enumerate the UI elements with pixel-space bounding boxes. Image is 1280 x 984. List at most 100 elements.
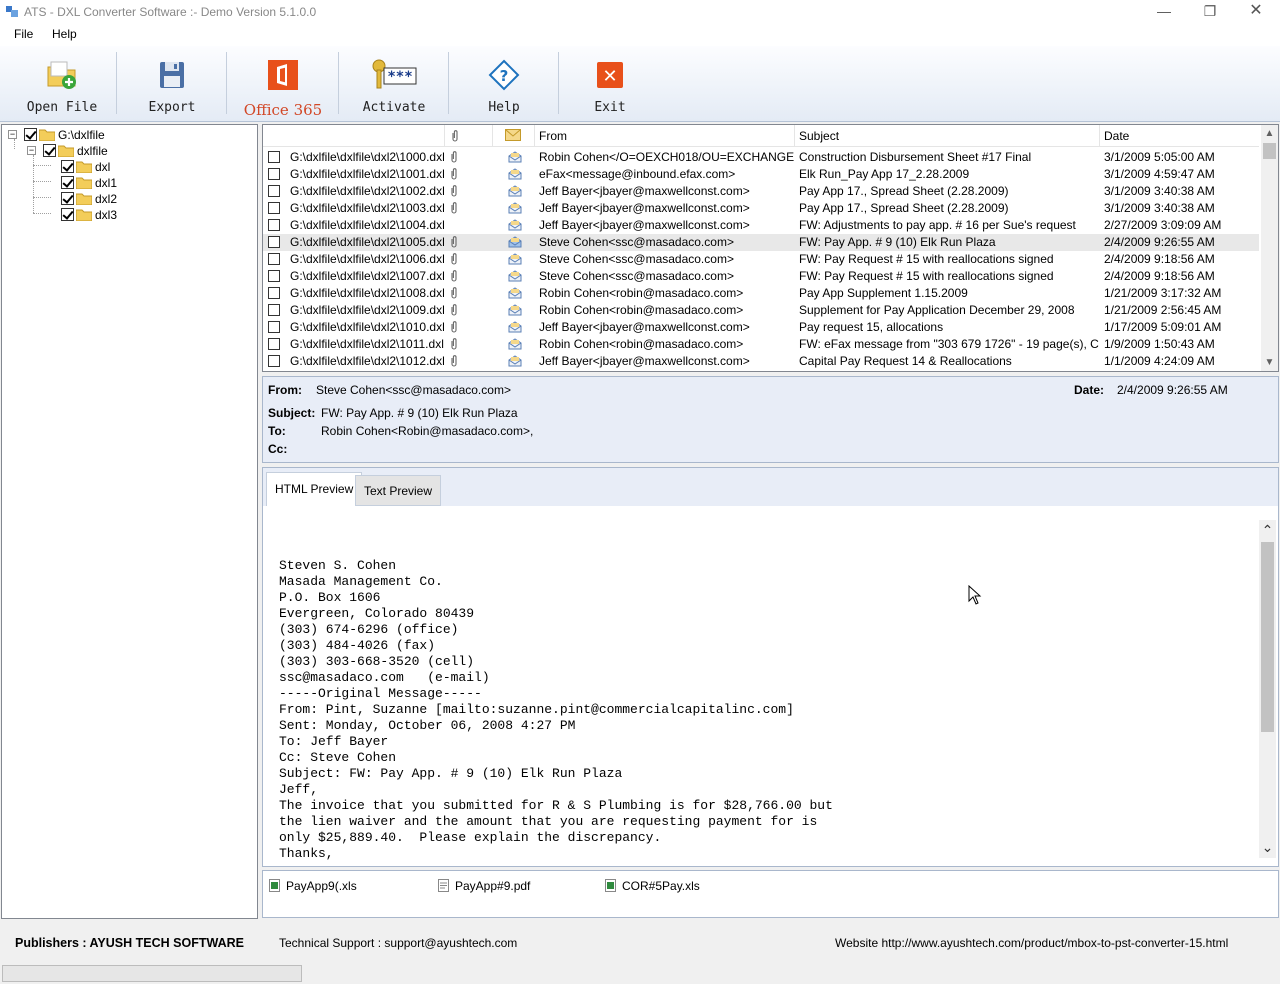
row-checkbox[interactable] — [268, 236, 280, 248]
office365-button[interactable]: Office 365 — [230, 50, 336, 119]
dxlfile-checkbox[interactable] — [43, 144, 56, 157]
open-envelope-icon — [508, 321, 522, 333]
scroll-down-icon[interactable]: ▼ — [1261, 354, 1278, 371]
tree-node-dxl2[interactable]: dxl2 — [61, 191, 211, 207]
row-checkbox[interactable] — [268, 287, 280, 299]
table-row[interactable]: G:\dxlfile\dxlfile\dxl2\1002.dxl Jeff Bay… — [263, 183, 1259, 200]
row-checkbox[interactable] — [268, 304, 280, 316]
export-label: Export — [148, 100, 196, 115]
tree-connector — [33, 155, 34, 213]
table-row[interactable]: G:\dxlfile\dxlfile\dxl2\1001.dxl eFax<mes… — [263, 166, 1259, 183]
help-icon: ? — [488, 59, 520, 91]
attachment-item[interactable]: PayApp9(.xls — [269, 879, 357, 893]
collapse-icon[interactable]: − — [27, 146, 36, 155]
root-checkbox[interactable] — [24, 128, 37, 141]
dxl3-checkbox[interactable] — [61, 208, 74, 221]
scroll-down-icon[interactable]: ⌄ — [1259, 840, 1276, 858]
table-row[interactable]: G:\dxlfile\dxlfile\dxl2\1010.dxl Jeff Bay… — [263, 319, 1259, 336]
scroll-up-icon[interactable]: ▲ — [1261, 125, 1278, 142]
status-bar — [0, 962, 1280, 984]
maximize-button[interactable]: ❐ — [1187, 0, 1233, 24]
row-checkbox[interactable] — [268, 202, 280, 214]
tree-connector — [33, 197, 51, 198]
activate-label: Activate — [362, 100, 426, 115]
table-row[interactable]: G:\dxlfile\dxlfile\dxl2\1011.dxl Robin Co… — [263, 336, 1259, 353]
table-row[interactable]: G:\dxlfile\dxlfile\dxl2\1009.dxl Robin Co… — [263, 302, 1259, 319]
exit-button[interactable]: ✕ Exit — [562, 50, 658, 118]
cell-path: G:\dxlfile\dxlfile\dxl2\1009.dxl — [290, 303, 445, 317]
table-row[interactable]: G:\dxlfile\dxlfile\dxl2\1004.dxl Jeff Bay… — [263, 217, 1259, 234]
row-checkbox[interactable] — [268, 151, 280, 163]
open-envelope-icon — [508, 304, 522, 316]
from-value: Steve Cohen<ssc@masadaco.com> — [316, 383, 511, 397]
menu-help[interactable]: Help — [48, 27, 81, 41]
column-path[interactable] — [263, 125, 445, 147]
cell-path: G:\dxlfile\dxlfile\dxl2\1010.dxl — [290, 320, 445, 334]
row-checkbox[interactable] — [268, 270, 280, 282]
row-checkbox[interactable] — [268, 321, 280, 333]
table-row[interactable]: G:\dxlfile\dxlfile\dxl2\1006.dxl Steve Co… — [263, 251, 1259, 268]
cell-from: Robin Cohen<robin@masadaco.com> — [539, 303, 744, 317]
open-envelope-icon — [508, 185, 522, 197]
row-checkbox[interactable] — [268, 185, 280, 197]
toolbar-separator — [558, 52, 559, 114]
paperclip-icon — [451, 185, 457, 197]
row-checkbox[interactable] — [268, 338, 280, 350]
tree-node-dxl1[interactable]: dxl1 — [61, 175, 211, 191]
collapse-icon[interactable]: − — [8, 130, 17, 139]
subject-label: Subject: — [268, 406, 316, 420]
tree-node-dxl3[interactable]: dxl3 — [61, 207, 211, 223]
tree-node-dxl[interactable]: dxl — [61, 159, 211, 175]
cell-path: G:\dxlfile\dxlfile\dxl2\1003.dxl — [290, 201, 445, 215]
row-checkbox[interactable] — [268, 253, 280, 265]
scroll-thumb[interactable] — [1263, 143, 1276, 159]
menu-file[interactable]: File — [10, 27, 37, 41]
dxl2-checkbox[interactable] — [61, 192, 74, 205]
attachments-bar: PayApp9(.xls PayApp#9.pdf COR#5Pay.xls — [262, 870, 1279, 918]
attachment-item[interactable]: PayApp#9.pdf — [438, 879, 530, 893]
paperclip-icon — [451, 338, 457, 350]
tree-node-dxlfile[interactable]: − dxlfile — [27, 143, 227, 159]
table-row[interactable]: G:\dxlfile\dxlfile\dxl2\1007.dxl Steve Co… — [263, 268, 1259, 285]
cell-path: G:\dxlfile\dxlfile\dxl2\1008.dxl — [290, 286, 445, 300]
column-read-status[interactable] — [493, 125, 535, 147]
list-scrollbar[interactable]: ▲ ▼ — [1261, 125, 1278, 371]
row-checkbox[interactable] — [268, 168, 280, 180]
mouse-cursor-icon — [968, 585, 982, 605]
table-row[interactable]: G:\dxlfile\dxlfile\dxl2\1003.dxl Jeff Bay… — [263, 200, 1259, 217]
column-subject[interactable]: Subject — [795, 125, 1100, 147]
table-row[interactable]: G:\dxlfile\dxlfile\dxl2\1008.dxl Robin Co… — [263, 285, 1259, 302]
paperclip-icon — [452, 130, 458, 142]
tab-text-preview[interactable]: Text Preview — [355, 475, 442, 506]
table-row[interactable]: G:\dxlfile\dxlfile\dxl2\1012.dxl Jeff Bay… — [263, 353, 1259, 370]
tab-html-preview[interactable]: HTML Preview — [266, 472, 363, 506]
row-checkbox[interactable] — [268, 219, 280, 231]
row-checkbox[interactable] — [268, 355, 280, 367]
scroll-thumb[interactable] — [1261, 542, 1274, 732]
close-button[interactable]: ✕ — [1233, 0, 1279, 24]
exit-glyph: ✕ — [602, 66, 617, 87]
scroll-up-icon[interactable]: ⌃ — [1259, 520, 1276, 538]
date-value: 2/4/2009 9:26:55 AM — [1117, 383, 1228, 397]
website-link[interactable]: Website http://www.ayushtech.com/product… — [835, 936, 1228, 950]
toolbar-separator — [226, 52, 227, 114]
attachment-item[interactable]: COR#5Pay.xls — [605, 879, 700, 893]
column-date[interactable]: Date — [1100, 125, 1259, 147]
open-file-button[interactable]: Open File — [10, 50, 114, 118]
help-button[interactable]: ? Help — [452, 50, 556, 118]
preview-body: Steven S. Cohen Masada Management Co. P.… — [279, 558, 833, 861]
cell-subject: Construction Disbursement Sheet #17 Fina… — [799, 150, 1032, 164]
table-row[interactable]: G:\dxlfile\dxlfile\dxl2\1000.dxl Robin Co… — [263, 149, 1259, 166]
minimize-button[interactable]: — — [1141, 0, 1187, 24]
dxl1-checkbox[interactable] — [61, 176, 74, 189]
table-row[interactable]: G:\dxlfile\dxlfile\dxl2\1005.dxl Steve Co… — [263, 234, 1259, 251]
cell-subject: Pay App Supplement 1.15.2009 — [799, 286, 968, 300]
preview-scrollbar[interactable]: ⌃ ⌄ — [1259, 520, 1276, 858]
toolbar-separator — [448, 52, 449, 114]
export-button[interactable]: Export — [120, 50, 224, 118]
column-from[interactable]: From — [535, 125, 795, 147]
column-attachment[interactable] — [445, 125, 493, 147]
activate-button[interactable]: *** Activate — [342, 50, 446, 118]
dxl-checkbox[interactable] — [61, 160, 74, 173]
tree-node-root[interactable]: − G:\dxlfile — [8, 127, 208, 143]
